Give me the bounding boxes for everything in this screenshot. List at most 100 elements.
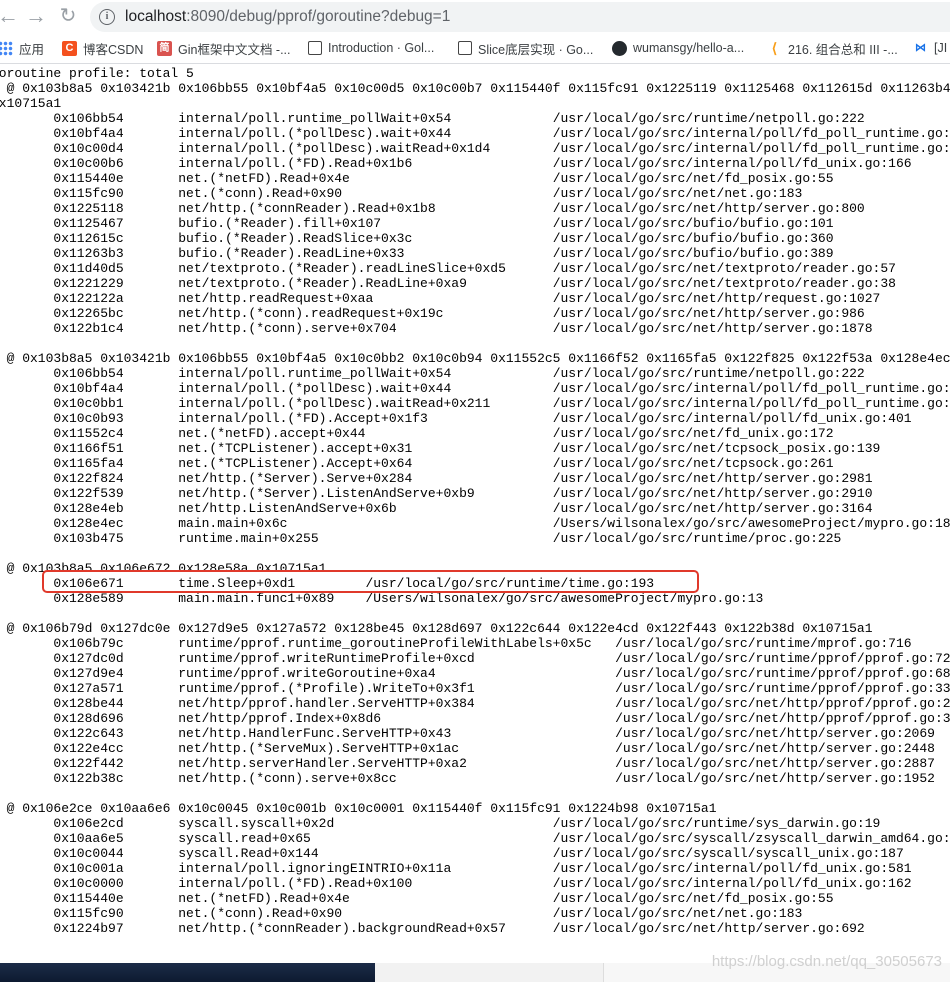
frame-source-path: /usr/local/go/src/internal/poll/fd_poll_…	[552, 381, 950, 396]
frame-address: 0x106bb54	[53, 366, 124, 381]
frame-source-path: /usr/local/go/src/runtime/proc.go:225	[552, 531, 842, 546]
frame-source-path: /usr/local/go/src/net/http/server.go:206…	[615, 726, 935, 741]
goroutine-header: @ 0x103b8a5 0x103421b 0x106bb55 0x10bf4a…	[0, 351, 950, 366]
frame-source-path: /usr/local/go/src/bufio/bufio.go:360	[552, 231, 834, 246]
stack-frame: 0x122c643 net/http.HandlerFunc.ServeHTTP+…	[0, 726, 950, 741]
stack-frame: 0x128e4ec main.main+0x6c/Users/wilsonalex…	[0, 516, 950, 531]
frame-address: 0x10aa6e5	[53, 831, 124, 846]
frame-function: internal/poll.(*pollDesc).waitRead+0x1d4	[178, 141, 491, 156]
frame-address: 0x10c00d4	[53, 141, 124, 156]
frame-address: 0x128e4eb	[53, 501, 124, 516]
reload-icon[interactable]: ↻	[56, 4, 80, 28]
stack-frame: 0x10bf4a4 internal/poll.(*pollDesc).wait+…	[0, 126, 950, 141]
frame-function: net.(*netFD).Read+0x4e	[178, 171, 350, 186]
frame-function: runtime.main+0x255	[178, 531, 319, 546]
bookmark-ji[interactable]: ⋈ [JI	[913, 39, 947, 57]
frame-function: net/http.(*ServeMux).ServeHTTP+0x1ac	[178, 741, 460, 756]
stack-frame: 0x10c00b6 internal/poll.(*FD).Read+0x1b6 /…	[0, 156, 950, 171]
frame-function: net.(*conn).Read+0x90	[178, 906, 343, 921]
frame-function: net/http.readRequest+0xaa	[178, 291, 374, 306]
browser-toolbar: ← → ↻ i localhost:8090/debug/pprof/gorou…	[0, 0, 950, 34]
bookmark-label: Introduction · Gol...	[328, 41, 435, 55]
stack-frame: 0x10c0044 syscall.Read+0x144/usr/local/go…	[0, 846, 950, 861]
frame-source-path: /usr/local/go/src/runtime/netpoll.go:222	[552, 366, 865, 381]
frame-address: 0x106e2cd	[53, 816, 124, 831]
frame-function: internal/poll.(*pollDesc).waitRead+0x211	[178, 396, 491, 411]
frame-source-path: /usr/local/go/src/syscall/syscall_unix.g…	[552, 846, 904, 861]
stack-addresses: 0x10715a1	[0, 96, 62, 111]
frame-function: syscall.Read+0x144	[178, 846, 319, 861]
frame-address: 0x10c0b93	[53, 411, 124, 426]
url-text[interactable]: localhost:8090/debug/pprof/goroutine?deb…	[125, 8, 450, 26]
frame-address: 0x127dc0d	[53, 651, 124, 666]
frame-source-path: /usr/local/go/src/runtime/netpoll.go:222	[552, 111, 865, 126]
info-icon[interactable]: i	[99, 9, 115, 25]
bottom-panel	[375, 963, 603, 982]
bookmark-gin[interactable]: 简 Gin框架中文文档 -...	[157, 39, 291, 57]
stack-frame: 0x1221229 net/textproto.(*Reader).ReadLin…	[0, 276, 950, 291]
frame-source-path: /usr/local/go/src/internal/poll/fd_unix.…	[552, 411, 912, 426]
frame-source-path: /usr/local/go/src/syscall/zsyscall_darwi…	[552, 831, 950, 846]
frame-function: runtime/pprof.writeGoroutine+0xa4	[178, 666, 436, 681]
frame-address: 0x122e4cc	[53, 741, 124, 756]
bookmark-csdn[interactable]: C 博客CSDN	[62, 39, 143, 57]
forward-icon[interactable]: →	[24, 4, 48, 28]
bookmark-introduction[interactable]: Introduction · Gol...	[308, 39, 434, 57]
stack-frame: 0x106bb54 internal/poll.runtime_pollWait+…	[0, 111, 950, 126]
stack-frame: 0x115fc90 net.(*conn).Read+0x90/usr/local…	[0, 906, 950, 921]
frame-address: 0x12265bc	[53, 306, 124, 321]
frame-function: syscall.syscall+0x2d	[178, 816, 335, 831]
bookmark-label: 博客CSDN	[83, 42, 144, 57]
frame-address: 0x115fc90	[53, 906, 124, 921]
bookmark-slice[interactable]: Slice底层实现 · Go...	[458, 39, 593, 57]
address-bar[interactable]: i localhost:8090/debug/pprof/goroutine?d…	[90, 2, 950, 32]
frame-address: 0x11263b3	[53, 246, 124, 261]
url-host: localhost	[125, 8, 187, 25]
stack-frame: 0x127a571 runtime/pprof.(*Profile).WriteT…	[0, 681, 950, 696]
frame-source-path: /usr/local/go/src/internal/poll/fd_unix.…	[552, 156, 912, 171]
frame-function: internal/poll.(*FD).Accept+0x1f3	[178, 411, 428, 426]
back-icon[interactable]: ←	[0, 4, 20, 28]
stack-frame: 0x1125467 bufio.(*Reader).fill+0x107/usr/…	[0, 216, 950, 231]
bookmark-github[interactable]: wumansgy/hello-a...	[612, 39, 744, 57]
stack-frame: 0x10c001a internal/poll.ignoringEINTRIO+0…	[0, 861, 950, 876]
frame-source-path: /usr/local/go/src/runtime/sys_darwin.go:…	[552, 816, 881, 831]
stack-frame: 0x106b79c runtime/pprof.runtime_goroutine…	[0, 636, 950, 651]
frame-source-path: /usr/local/go/src/runtime/pprof/pprof.go…	[615, 666, 950, 681]
frame-address: 0x10c00b6	[53, 156, 124, 171]
bookmark-label: Slice底层实现 · Go...	[478, 42, 594, 57]
frame-address: 0x122122a	[53, 291, 124, 306]
frame-source-path: /usr/local/go/src/net/tcpsock.go:261	[552, 456, 834, 471]
bookmark-apps[interactable]: 应用	[0, 39, 44, 57]
frame-address: 0x115440e	[53, 171, 124, 186]
frame-address: 0x127d9e4	[53, 666, 124, 681]
stack-frame: 0x115440e net.(*netFD).Read+0x4e/usr/loca…	[0, 171, 950, 186]
book-icon	[458, 41, 472, 55]
stack-frame: 0x11552c4 net.(*netFD).accept+0x44/usr/lo…	[0, 426, 950, 441]
stack-frame: 0x122f442 net/http.serverHandler.ServeHTT…	[0, 756, 950, 771]
stack-frame: 0x10bf4a4 internal/poll.(*pollDesc).wait+…	[0, 381, 950, 396]
frame-function: net.(*TCPListener).Accept+0x64	[178, 456, 413, 471]
frame-address: 0x1125467	[53, 216, 124, 231]
stack-frame: 0x103b475 runtime.main+0x255/usr/local/go…	[0, 531, 950, 546]
frame-function: net/http/pprof.Index+0x8d6	[178, 711, 382, 726]
frame-source-path: /usr/local/go/src/net/http/pprof/pprof.g…	[615, 696, 950, 711]
stack-frame: 0x106e2cd syscall.syscall+0x2d/usr/local/…	[0, 816, 950, 831]
frame-source-path: /usr/local/go/src/runtime/pprof/pprof.go…	[615, 651, 950, 666]
frame-function: internal/poll.runtime_pollWait+0x54	[178, 111, 452, 126]
frame-function: net/http.ListenAndServe+0x6b	[178, 501, 397, 516]
bookmark-leetcode[interactable]: ⟨ 216. 组合总和 III -...	[767, 39, 898, 57]
frame-source-path: /usr/local/go/src/runtime/mprof.go:716	[615, 636, 912, 651]
stack-frame: 0x115fc90 net.(*conn).Read+0x90/usr/local…	[0, 186, 950, 201]
frame-function: net/http.(*Server).ListenAndServe+0xb9	[178, 486, 475, 501]
frame-function: net/http.(*connReader).Read+0x1b8	[178, 201, 436, 216]
frame-function: net/http.(*conn).serve+0x704	[178, 321, 397, 336]
bookmark-icon: ⋈	[915, 41, 926, 54]
stack-frame: 0x11d40d5 net/textproto.(*Reader).readLin…	[0, 261, 950, 276]
frame-source-path: /usr/local/go/src/bufio/bufio.go:101	[552, 216, 834, 231]
frame-address: 0x112615c	[53, 231, 124, 246]
stack-frame: 0x122b1c4 net/http.(*conn).serve+0x704/us…	[0, 321, 950, 336]
